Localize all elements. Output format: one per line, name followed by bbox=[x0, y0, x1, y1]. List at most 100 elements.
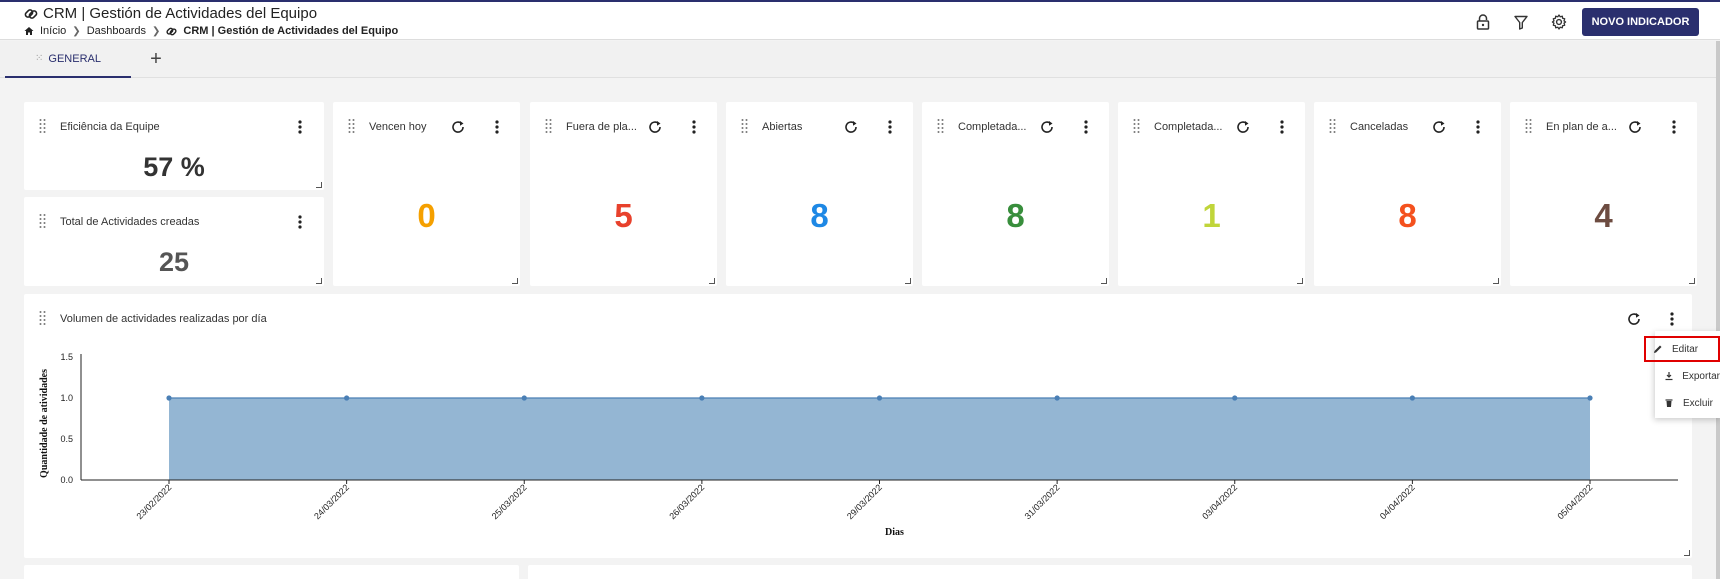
resize-handle[interactable] bbox=[905, 278, 911, 284]
kpi-value: 1 bbox=[1202, 197, 1221, 234]
more-vert-icon[interactable] bbox=[1080, 118, 1092, 136]
area-chart: 0.0 0.5 1.0 1.5 23/02/2022 24/03/2022 25/03/20… bbox=[39, 352, 1678, 538]
drag-handle-icon[interactable] bbox=[1133, 118, 1140, 134]
tab-general[interactable]: ⁙ GENERAL bbox=[5, 41, 131, 78]
more-vert-icon[interactable] bbox=[1276, 118, 1288, 136]
resize-handle[interactable] bbox=[512, 278, 518, 284]
more-vert-icon[interactable] bbox=[491, 118, 503, 136]
download-icon bbox=[1663, 371, 1674, 381]
card-value: 57 % bbox=[143, 152, 205, 182]
menu-item-label: Editar bbox=[1672, 343, 1699, 355]
add-tab-button[interactable]: + bbox=[145, 47, 167, 71]
filter-icon[interactable] bbox=[1511, 12, 1531, 32]
breadcrumb: Início ❯ Dashboards ❯ CRM | Gestión de A… bbox=[24, 25, 398, 37]
refresh-icon[interactable] bbox=[842, 118, 860, 136]
card-title: Fuera de pla... bbox=[566, 121, 637, 133]
kpi-card: Completada... 8 bbox=[922, 102, 1109, 286]
resize-handle[interactable] bbox=[1493, 278, 1499, 284]
refresh-icon[interactable] bbox=[646, 118, 664, 136]
data-point bbox=[1409, 395, 1415, 401]
new-indicator-button[interactable]: NOVO INDICADOR bbox=[1582, 8, 1699, 36]
x-tick-label: 25/03/2022 bbox=[490, 482, 529, 521]
y-axis-title: Quantidade de atividades bbox=[39, 369, 50, 478]
refresh-icon[interactable] bbox=[1038, 118, 1056, 136]
resize-handle[interactable] bbox=[709, 278, 715, 284]
drag-handle-icon[interactable] bbox=[39, 118, 46, 134]
card-title: Completada... bbox=[1154, 121, 1223, 133]
tab-bar: ⁙ GENERAL + bbox=[0, 41, 1716, 78]
card-title: Vencen hoy bbox=[369, 121, 427, 133]
data-point bbox=[699, 395, 705, 401]
card-bottom-right bbox=[528, 565, 1692, 579]
drag-handle-icon[interactable] bbox=[1525, 118, 1532, 134]
x-tick-label: 03/04/2022 bbox=[1200, 482, 1239, 521]
x-tick-label: 29/03/2022 bbox=[845, 482, 884, 521]
breadcrumb-dashboards[interactable]: Dashboards bbox=[87, 25, 146, 37]
data-point bbox=[1054, 395, 1060, 401]
x-tick-label: 04/04/2022 bbox=[1378, 482, 1417, 521]
card-title: En plan de a... bbox=[1546, 121, 1617, 133]
more-vert-icon[interactable] bbox=[884, 118, 896, 136]
drag-handle-icon[interactable] bbox=[937, 118, 944, 134]
resize-handle[interactable] bbox=[1101, 278, 1107, 284]
x-tick-label: 31/03/2022 bbox=[1023, 482, 1062, 521]
kpi-value: 8 bbox=[810, 197, 829, 234]
home-icon bbox=[24, 27, 34, 35]
menu-item-delete[interactable]: Excluir bbox=[1655, 390, 1720, 416]
more-vert-icon[interactable] bbox=[1472, 118, 1484, 136]
page-title: CRM | Gestión de Actividades del Equipo bbox=[24, 5, 317, 22]
menu-item-export[interactable]: Exportar bbox=[1655, 363, 1720, 389]
x-tick-label: 24/03/2022 bbox=[312, 482, 351, 521]
drag-handle-icon[interactable] bbox=[741, 118, 748, 134]
data-point bbox=[876, 395, 883, 401]
drag-handle-icon[interactable] bbox=[545, 118, 552, 134]
drag-handle-icon: ⁙ bbox=[35, 53, 44, 64]
menu-item-label: Exportar bbox=[1682, 370, 1720, 382]
data-point bbox=[521, 395, 527, 401]
resize-handle[interactable] bbox=[1684, 550, 1690, 556]
resize-handle[interactable] bbox=[316, 182, 322, 188]
refresh-icon[interactable] bbox=[1626, 118, 1644, 136]
pencil-icon bbox=[1652, 344, 1664, 354]
breadcrumb-current: CRM | Gestión de Actividades del Equipo bbox=[183, 25, 399, 37]
card-title: Canceladas bbox=[1350, 121, 1409, 133]
card-total: Total de Actividades creadas 25 bbox=[24, 197, 324, 286]
breadcrumb-home[interactable]: Início bbox=[40, 25, 66, 37]
y-tick-label: 0.0 bbox=[60, 475, 73, 485]
x-tick-label: 23/02/2022 bbox=[134, 482, 173, 521]
gear-icon[interactable] bbox=[1549, 12, 1569, 32]
more-vert-icon[interactable] bbox=[294, 213, 306, 231]
top-bar: CRM | Gestión de Actividades del Equipo … bbox=[0, 0, 1720, 40]
resize-handle[interactable] bbox=[1297, 278, 1303, 284]
kpi-card: Fuera de pla... 5 bbox=[530, 102, 717, 286]
link-icon bbox=[166, 27, 177, 35]
kpi-value: 0 bbox=[417, 197, 436, 234]
trash-icon bbox=[1663, 398, 1675, 408]
lock-icon[interactable] bbox=[1473, 12, 1493, 32]
kpi-card: Vencen hoy 0 bbox=[333, 102, 520, 286]
chevron-right-icon: ❯ bbox=[152, 25, 161, 37]
drag-handle-icon[interactable] bbox=[348, 118, 355, 134]
card-bottom-left bbox=[24, 565, 519, 579]
refresh-icon[interactable] bbox=[1234, 118, 1252, 136]
more-vert-icon[interactable] bbox=[294, 118, 306, 136]
link-icon bbox=[24, 8, 38, 19]
resize-handle[interactable] bbox=[316, 278, 322, 284]
refresh-icon[interactable] bbox=[1430, 118, 1448, 136]
refresh-icon[interactable] bbox=[449, 118, 467, 136]
kpi-value: 4 bbox=[1594, 197, 1613, 234]
kpi-card: Canceladas 8 bbox=[1314, 102, 1501, 286]
more-vert-icon[interactable] bbox=[688, 118, 700, 136]
x-axis-title: Dias bbox=[885, 527, 904, 538]
page-scrollbar[interactable] bbox=[1716, 41, 1720, 579]
menu-item-label: Excluir bbox=[1683, 397, 1714, 409]
data-point bbox=[166, 395, 172, 401]
drag-handle-icon[interactable] bbox=[1329, 118, 1336, 134]
resize-handle[interactable] bbox=[1689, 278, 1695, 284]
card-title: Total de Actividades creadas bbox=[60, 216, 200, 228]
menu-item-edit[interactable]: Editar bbox=[1644, 336, 1720, 362]
area-fill bbox=[169, 398, 1590, 480]
y-tick-label: 0.5 bbox=[60, 434, 73, 444]
more-vert-icon[interactable] bbox=[1668, 118, 1680, 136]
drag-handle-icon[interactable] bbox=[39, 213, 46, 229]
